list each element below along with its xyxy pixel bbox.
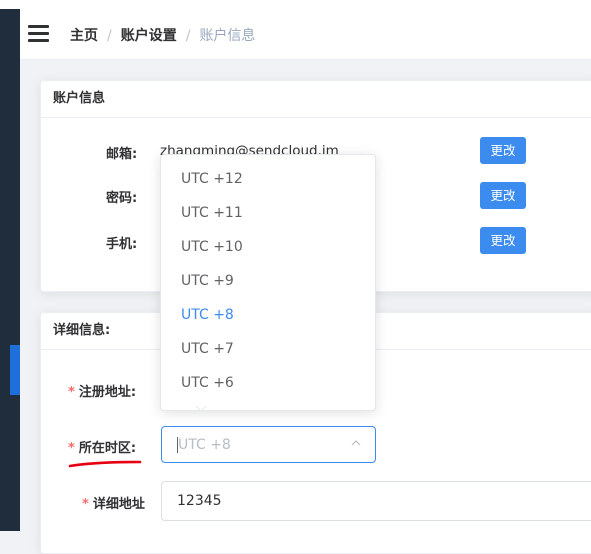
account-card-title: 账户信息 (41, 81, 591, 118)
breadcrumb-separator: / (107, 28, 112, 44)
change-password-button[interactable]: 更改 (480, 182, 526, 209)
dropdown-pointer-arrow (195, 405, 207, 412)
hamburger-icon[interactable] (28, 25, 49, 43)
breadcrumb-home[interactable]: 主页 (70, 28, 98, 44)
timezone-option[interactable]: UTC +8 (161, 298, 375, 332)
chevron-up-icon[interactable] (351, 438, 361, 448)
detail-address-label-text: 详细地址 (92, 497, 145, 512)
required-mark: * (82, 497, 89, 512)
reg-address-label-text: 注册地址: (78, 385, 137, 400)
change-phone-button[interactable]: 更改 (480, 227, 526, 254)
change-email-button[interactable]: 更改 (480, 137, 526, 164)
required-mark: * (68, 441, 75, 456)
navbar: 主页 / 账户设置 / 账户信息 (20, 9, 591, 60)
timezone-dropdown: UTC +12 UTC +11 UTC +10 UTC +9 UTC +8 UTC +7 U… (160, 154, 376, 411)
password-label: 密码: (106, 191, 138, 206)
timezone-select[interactable] (161, 426, 376, 463)
reg-address-label: * 注册地址: (68, 381, 136, 400)
timezone-option[interactable]: UTC +12 (161, 162, 375, 196)
breadcrumb-separator: / (185, 28, 191, 44)
email-label: 邮箱: (106, 147, 138, 162)
timezone-label-text: 所在时区: (78, 441, 137, 456)
timezone-option[interactable]: UTC +6 (161, 366, 375, 400)
timezone-select-input[interactable] (178, 427, 338, 462)
required-mark: * (68, 385, 75, 400)
breadcrumb-current: 账户信息 (199, 28, 256, 44)
sidebar-active-indicator[interactable] (10, 345, 20, 395)
timezone-option[interactable]: UTC +5 (161, 400, 375, 410)
timezone-option[interactable]: UTC +7 (161, 332, 375, 366)
detail-address-field[interactable] (161, 481, 591, 521)
timezone-option[interactable]: UTC +11 (161, 196, 375, 230)
timezone-option[interactable]: UTC +9 (161, 264, 375, 298)
timezone-option-list: UTC +12 UTC +11 UTC +10 UTC +9 UTC +8 UTC +7 U… (161, 155, 375, 410)
breadcrumb: 主页 / 账户设置 / 账户信息 (70, 25, 255, 45)
timezone-option[interactable]: UTC +10 (161, 230, 375, 264)
red-underline-annotation (68, 460, 142, 468)
phone-label: 手机: (106, 237, 138, 252)
sidebar (0, 9, 20, 531)
breadcrumb-settings[interactable]: 账户设置 (121, 28, 177, 44)
detail-address-label: * 详细地址 (82, 493, 145, 512)
detail-address-input[interactable] (177, 482, 577, 520)
timezone-label: * 所在时区: (68, 437, 136, 456)
